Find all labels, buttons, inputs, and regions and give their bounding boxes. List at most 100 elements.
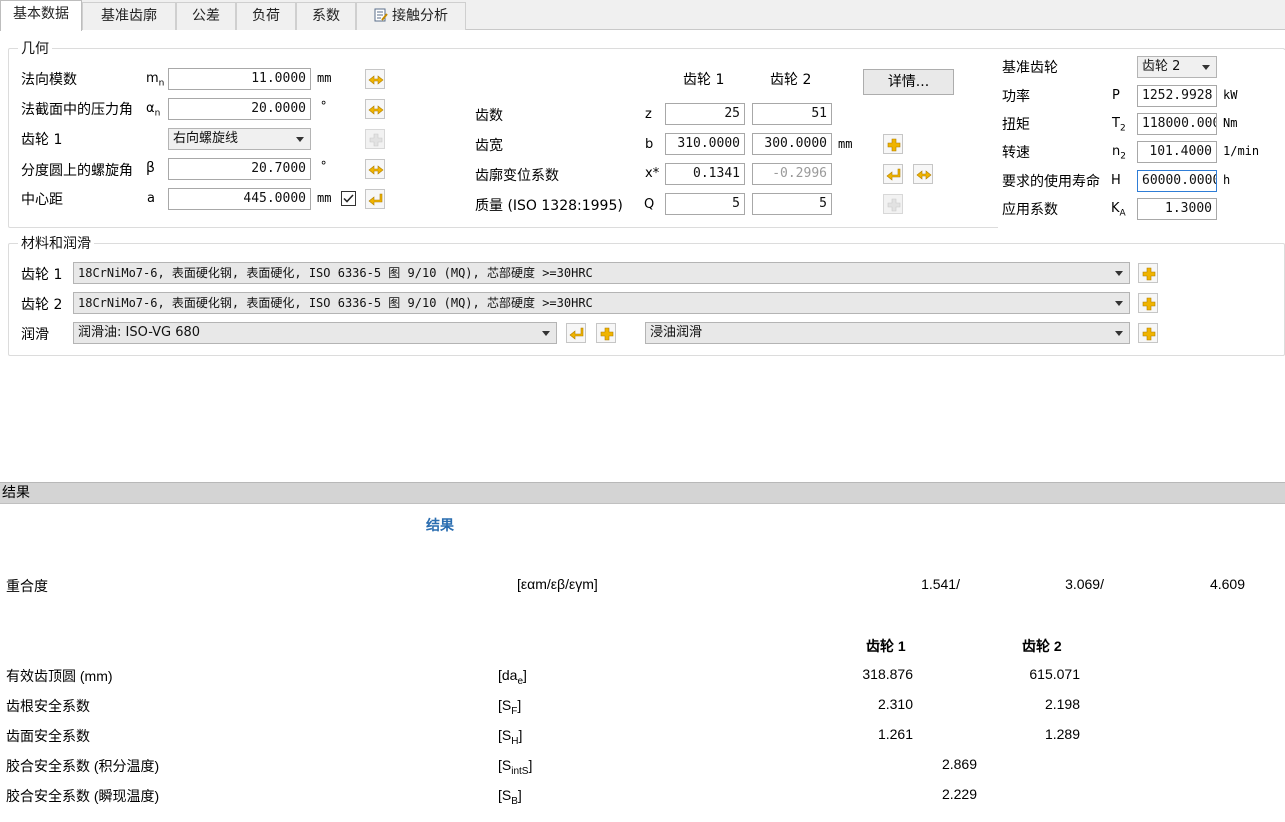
sizing-button-helix-angle[interactable] <box>365 159 385 179</box>
double-arrow-icon <box>368 105 384 115</box>
result-row-symbol: [SF] <box>498 697 522 717</box>
helix-angle-unit: ° <box>320 159 328 173</box>
center-distance-checkbox[interactable] <box>341 191 356 206</box>
plus-icon <box>1142 267 1156 281</box>
tab-label: 接触分析 <box>392 8 448 24</box>
gear1-helix-label: 齿轮 1 <box>21 132 63 148</box>
power-input[interactable]: 1252.9928 <box>1137 85 1217 107</box>
gear2-header: 齿轮 2 <box>770 72 812 88</box>
gear1-teeth-input[interactable]: 25 <box>665 103 745 125</box>
result-row-gear2-value: 1.289 <box>1044 726 1080 742</box>
service-life-input[interactable]: 60000.0000 <box>1137 170 1217 192</box>
tab-bar: 基本数据 基准齿廓 公差 负荷 系数 接触分析 <box>0 0 1285 31</box>
helix-direction-value: 右向螺旋线 <box>173 131 239 146</box>
quality-label: 质量 (ISO 1328:1995) <box>475 198 623 214</box>
result-row-gear2-value: 615.071 <box>1029 666 1080 682</box>
result-row-symbol: [SintS] <box>498 757 533 777</box>
result-row-label: 齿面安全系数 <box>6 728 90 744</box>
lubricant-select[interactable]: 润滑油: ISO-VG 680 <box>73 322 557 344</box>
gear2-material-value: 18CrNiMo7-6, 表面硬化钢, 表面硬化, ISO 6336-5 图 9… <box>78 296 593 310</box>
lubricant-value: 润滑油: ISO-VG 680 <box>78 325 201 340</box>
application-factor-label: 应用系数 <box>1002 202 1058 218</box>
gear1-face-width-input[interactable]: 310.0000 <box>665 133 745 155</box>
chevron-down-icon <box>542 331 550 336</box>
profile-shift-sizing-button[interactable] <box>913 164 933 184</box>
power-label: 功率 <box>1002 89 1030 105</box>
gear2-quality-input[interactable]: 5 <box>752 193 832 215</box>
gear1-material-select[interactable]: 18CrNiMo7-6, 表面硬化钢, 表面硬化, ISO 6336-5 图 9… <box>73 262 1130 284</box>
gear2-face-width-input[interactable]: 300.0000 <box>752 133 832 155</box>
tab-label: 系数 <box>312 8 340 24</box>
gear2-material-label: 齿轮 2 <box>21 297 63 313</box>
plus-icon <box>600 327 614 341</box>
center-distance-symbol: a <box>147 191 155 206</box>
gear1-quality-input[interactable]: 5 <box>665 193 745 215</box>
details-button[interactable]: 详情... <box>863 69 954 95</box>
gear2-material-add-button[interactable] <box>1138 293 1158 313</box>
pressure-angle-unit: ° <box>320 99 328 113</box>
application-factor-input[interactable]: 1.3000 <box>1137 198 1217 220</box>
pressure-angle-label: 法截面中的压力角 <box>21 102 133 118</box>
tab-tolerance[interactable]: 公差 <box>176 2 236 30</box>
checkmark-icon <box>343 194 354 203</box>
contact-ratio-symbol: [εαm/εβ/εγm] <box>517 576 598 592</box>
gear2-teeth-input[interactable]: 51 <box>752 103 832 125</box>
plus-icon <box>369 133 383 147</box>
service-life-symbol: H <box>1111 173 1121 188</box>
gear1-material-add-button[interactable] <box>1138 263 1158 283</box>
helix-angle-input[interactable]: 20.7000 <box>168 158 311 180</box>
center-distance-input[interactable]: 445.0000 <box>168 188 311 210</box>
center-distance-unit: mm <box>317 191 332 205</box>
lubrication-type-add-button[interactable] <box>1138 323 1158 343</box>
chevron-down-icon <box>1115 331 1123 336</box>
chevron-down-icon <box>296 137 304 142</box>
speed-symbol: n2 <box>1112 144 1126 162</box>
reference-gear-value: 齿轮 2 <box>1142 59 1181 74</box>
helix-angle-symbol: β <box>146 160 155 176</box>
teeth-count-label: 齿数 <box>475 108 503 124</box>
tab-load[interactable]: 负荷 <box>236 2 296 30</box>
tab-basic-data[interactable]: 基本数据 <box>0 0 82 31</box>
tab-contact-analysis[interactable]: 接触分析 <box>356 2 466 30</box>
pressure-angle-input[interactable]: 20.0000 <box>168 98 311 120</box>
gear1-profile-shift-input[interactable]: 0.1341 <box>665 163 745 185</box>
center-distance-apply-button[interactable] <box>365 189 385 209</box>
torque-label: 扭矩 <box>1002 117 1030 133</box>
face-width-label: 齿宽 <box>475 138 503 154</box>
sizing-button-pressure-angle[interactable] <box>365 99 385 119</box>
result-row-gear2-value: 2.198 <box>1044 696 1080 712</box>
speed-input[interactable]: 101.4000 <box>1137 141 1217 163</box>
face-width-symbol: b <box>645 137 654 152</box>
result-row-single-value: 2.229 <box>941 786 977 802</box>
result-row-single-value: 2.869 <box>941 756 977 772</box>
face-width-add-button[interactable] <box>883 134 903 154</box>
double-arrow-icon <box>368 165 384 175</box>
torque-symbol: T2 <box>1112 116 1126 134</box>
result-row-label: 有效齿顶圆 (mm) <box>6 668 113 684</box>
torque-unit: Nm <box>1223 116 1238 130</box>
teeth-count-symbol: z <box>645 107 652 122</box>
profile-shift-apply-button[interactable] <box>883 164 903 184</box>
lubricant-apply-button[interactable] <box>566 323 586 343</box>
geometry-group-title: 几何 <box>18 38 52 58</box>
pressure-angle-symbol: αn <box>146 101 161 119</box>
sizing-button-module[interactable] <box>365 69 385 89</box>
lubricant-add-button[interactable] <box>596 323 616 343</box>
tab-label: 公差 <box>192 8 220 24</box>
lubrication-type-select[interactable]: 浸油润滑 <box>645 322 1130 344</box>
normal-module-unit: mm <box>317 71 332 85</box>
helix-direction-select[interactable]: 右向螺旋线 <box>168 128 311 150</box>
application-factor-symbol: KA <box>1111 201 1126 219</box>
gear1-material-value: 18CrNiMo7-6, 表面硬化钢, 表面硬化, ISO 6336-5 图 9… <box>78 266 593 280</box>
normal-module-input[interactable]: 11.0000 <box>168 68 311 90</box>
torque-input[interactable]: 118000.000 <box>1137 113 1217 135</box>
profile-shift-label: 齿廓变位系数 <box>475 168 559 184</box>
tab-factors[interactable]: 系数 <box>296 2 356 30</box>
result-row-label: 胶合安全系数 (瞬现温度) <box>6 788 160 804</box>
gear2-material-select[interactable]: 18CrNiMo7-6, 表面硬化钢, 表面硬化, ISO 6336-5 图 9… <box>73 292 1130 314</box>
tab-reference-profile[interactable]: 基准齿廓 <box>82 2 176 30</box>
gear2-profile-shift-input[interactable]: -0.2996 <box>752 163 832 185</box>
service-life-unit: h <box>1223 173 1231 187</box>
speed-label: 转速 <box>1002 145 1030 161</box>
reference-gear-select[interactable]: 齿轮 2 <box>1137 56 1217 78</box>
